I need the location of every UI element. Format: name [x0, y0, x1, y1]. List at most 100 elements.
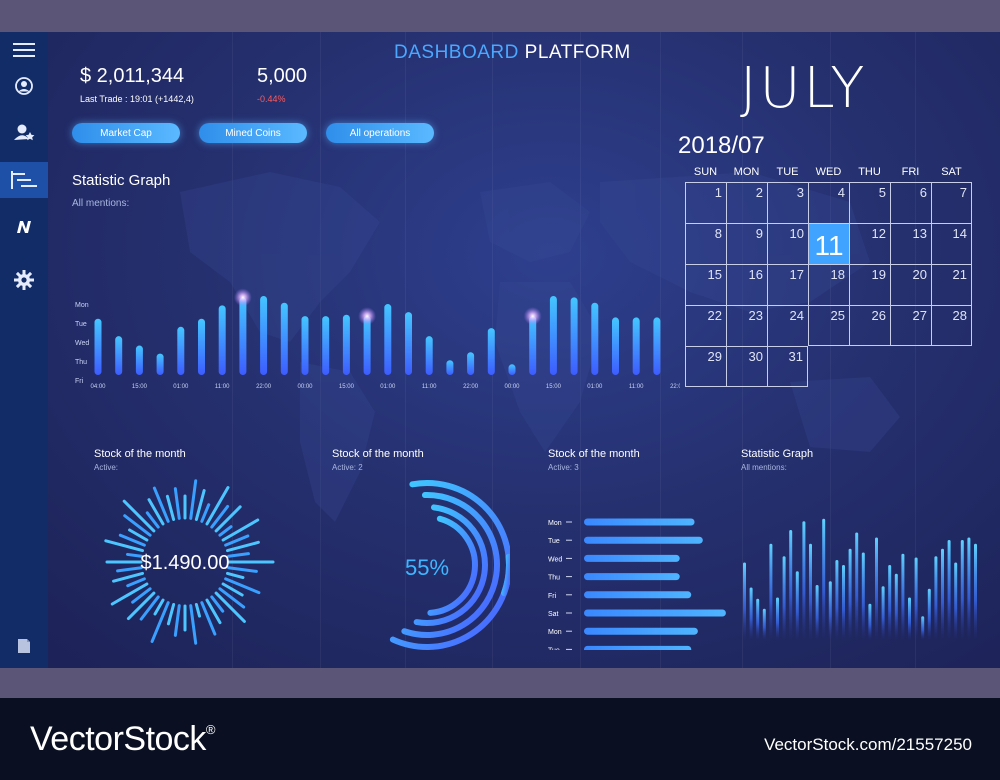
calendar-day-number: 26 — [871, 308, 886, 323]
calendar-day[interactable]: 31 — [767, 346, 808, 387]
bar-highlight-glow — [523, 307, 542, 326]
sidebar-item-settings[interactable] — [0, 262, 48, 298]
volume-value: 5,000 — [257, 65, 308, 87]
x-tick-label: 15:00 — [546, 384, 562, 390]
widget3-subtitle: Active: 3 — [548, 463, 579, 472]
sidebar-item-document[interactable] — [0, 628, 48, 664]
timeline-icon — [11, 171, 37, 189]
sidebar-item-timeline[interactable] — [0, 162, 48, 198]
spike-bar — [974, 543, 977, 640]
y-tick-label: Mon — [75, 302, 89, 309]
calendar-day[interactable]: 8 — [685, 223, 726, 264]
calendar-day[interactable]: 7 — [931, 182, 972, 223]
chart-bar — [322, 316, 330, 375]
price-value: $ 2,011,344 — [80, 65, 185, 87]
chart-bar — [260, 296, 268, 375]
radial-bar — [200, 503, 211, 523]
spike-bar — [960, 540, 964, 640]
chart-bar — [177, 326, 185, 375]
calendar-day[interactable]: 5 — [849, 182, 890, 223]
calendar-day[interactable]: 20 — [890, 264, 931, 305]
spike-bar — [888, 565, 892, 640]
calendar-day-number: 8 — [714, 226, 722, 241]
menu-button[interactable] — [0, 32, 48, 68]
calendar-day[interactable]: 25 — [808, 305, 849, 346]
calendar-day[interactable]: 28 — [931, 305, 972, 346]
hbar — [584, 573, 680, 581]
sidebar-item-favorites[interactable] — [0, 114, 48, 150]
weekday-header: SAT — [941, 166, 962, 178]
statistic-graph-chart: MonTueWedThuFriSat04:0015:0001:0011:0022… — [75, 288, 680, 390]
x-tick-label: 15:00 — [132, 384, 148, 390]
weekday-header: TUE — [776, 166, 799, 178]
y-tick-label: Thu — [75, 359, 87, 366]
calendar-day[interactable]: 3 — [767, 182, 808, 223]
hbar — [584, 609, 726, 617]
all-operations-button[interactable]: All operations — [326, 123, 434, 143]
last-trade-text: Last Trade : 19:01 (+1442,4) — [80, 94, 194, 104]
sidebar-item-navigator[interactable] — [0, 209, 48, 245]
calendar-day[interactable]: 29 — [685, 346, 726, 387]
chart-bar — [570, 297, 578, 375]
calendar-day[interactable]: 22 — [685, 305, 726, 346]
radial-bar — [218, 525, 233, 537]
calendar-day[interactable]: 11 — [808, 223, 849, 264]
calendar-day[interactable]: 10 — [767, 223, 808, 264]
calendar-day-number: 7 — [959, 185, 967, 200]
chart-bar — [135, 345, 143, 375]
weekday-header: THU — [858, 166, 881, 178]
spike-bar — [954, 562, 958, 640]
calendar-day[interactable]: 30 — [726, 346, 767, 387]
progress-ring-chart: 55% — [389, 480, 510, 650]
spike-bar — [756, 598, 760, 640]
calendar-day[interactable]: 14 — [931, 223, 972, 264]
x-tick-label: 22:00 — [463, 384, 479, 390]
chart-bar — [239, 297, 247, 375]
calendar-day[interactable]: 15 — [685, 264, 726, 305]
document-icon — [18, 639, 30, 653]
spike-bar — [828, 581, 832, 640]
calendar-day[interactable]: 16 — [726, 264, 767, 305]
calendar-day[interactable]: 2 — [726, 182, 767, 223]
statistic-graph-subtitle: All mentions: — [72, 198, 130, 209]
x-tick-label: 15:00 — [339, 384, 355, 390]
calendar-day[interactable]: 4 — [808, 182, 849, 223]
spike-bar — [927, 588, 931, 640]
calendar-day[interactable]: 17 — [767, 264, 808, 305]
radial-center-label: $1.490.00 — [141, 552, 230, 574]
spike-bar — [762, 608, 766, 640]
spike-bar — [789, 530, 793, 640]
calendar-day[interactable]: 26 — [849, 305, 890, 346]
radial-bar — [125, 552, 143, 558]
calendar-day[interactable]: 23 — [726, 305, 767, 346]
calendar-day[interactable]: 27 — [890, 305, 931, 346]
calendar-day[interactable]: 6 — [890, 182, 931, 223]
user-star-icon — [14, 124, 35, 141]
x-tick-label: 01:00 — [380, 384, 396, 390]
market-cap-button[interactable]: Market Cap — [72, 123, 180, 143]
progress-ring-segment — [501, 553, 510, 597]
mined-coins-button[interactable]: Mined Coins — [199, 123, 307, 143]
calendar-day[interactable]: 1 — [685, 182, 726, 223]
chart-bar — [301, 316, 309, 375]
user-icon — [15, 77, 33, 95]
radial-bar — [166, 603, 176, 626]
calendar-day[interactable]: 24 — [767, 305, 808, 346]
calendar-day-number: 21 — [952, 267, 967, 282]
calendar-day[interactable]: 9 — [726, 223, 767, 264]
chart-bar — [405, 312, 412, 375]
footer-watermark: VectorStock® VectorStock.com/21557250 — [0, 698, 1000, 780]
calendar-day[interactable]: 12 — [849, 223, 890, 264]
spike-bar — [921, 616, 925, 640]
sidebar-item-profile[interactable] — [0, 68, 48, 104]
calendar-day[interactable]: 18 — [808, 264, 849, 305]
chart-bar — [549, 296, 557, 375]
calendar-day[interactable]: 13 — [890, 223, 931, 264]
calendar-day-number: 20 — [912, 267, 927, 282]
spike-bar — [868, 603, 872, 640]
spike-bar — [743, 562, 746, 640]
calendar-day[interactable]: 19 — [849, 264, 890, 305]
calendar-day[interactable]: 21 — [931, 264, 972, 305]
hbar — [584, 554, 680, 562]
chart-bar — [342, 314, 350, 375]
